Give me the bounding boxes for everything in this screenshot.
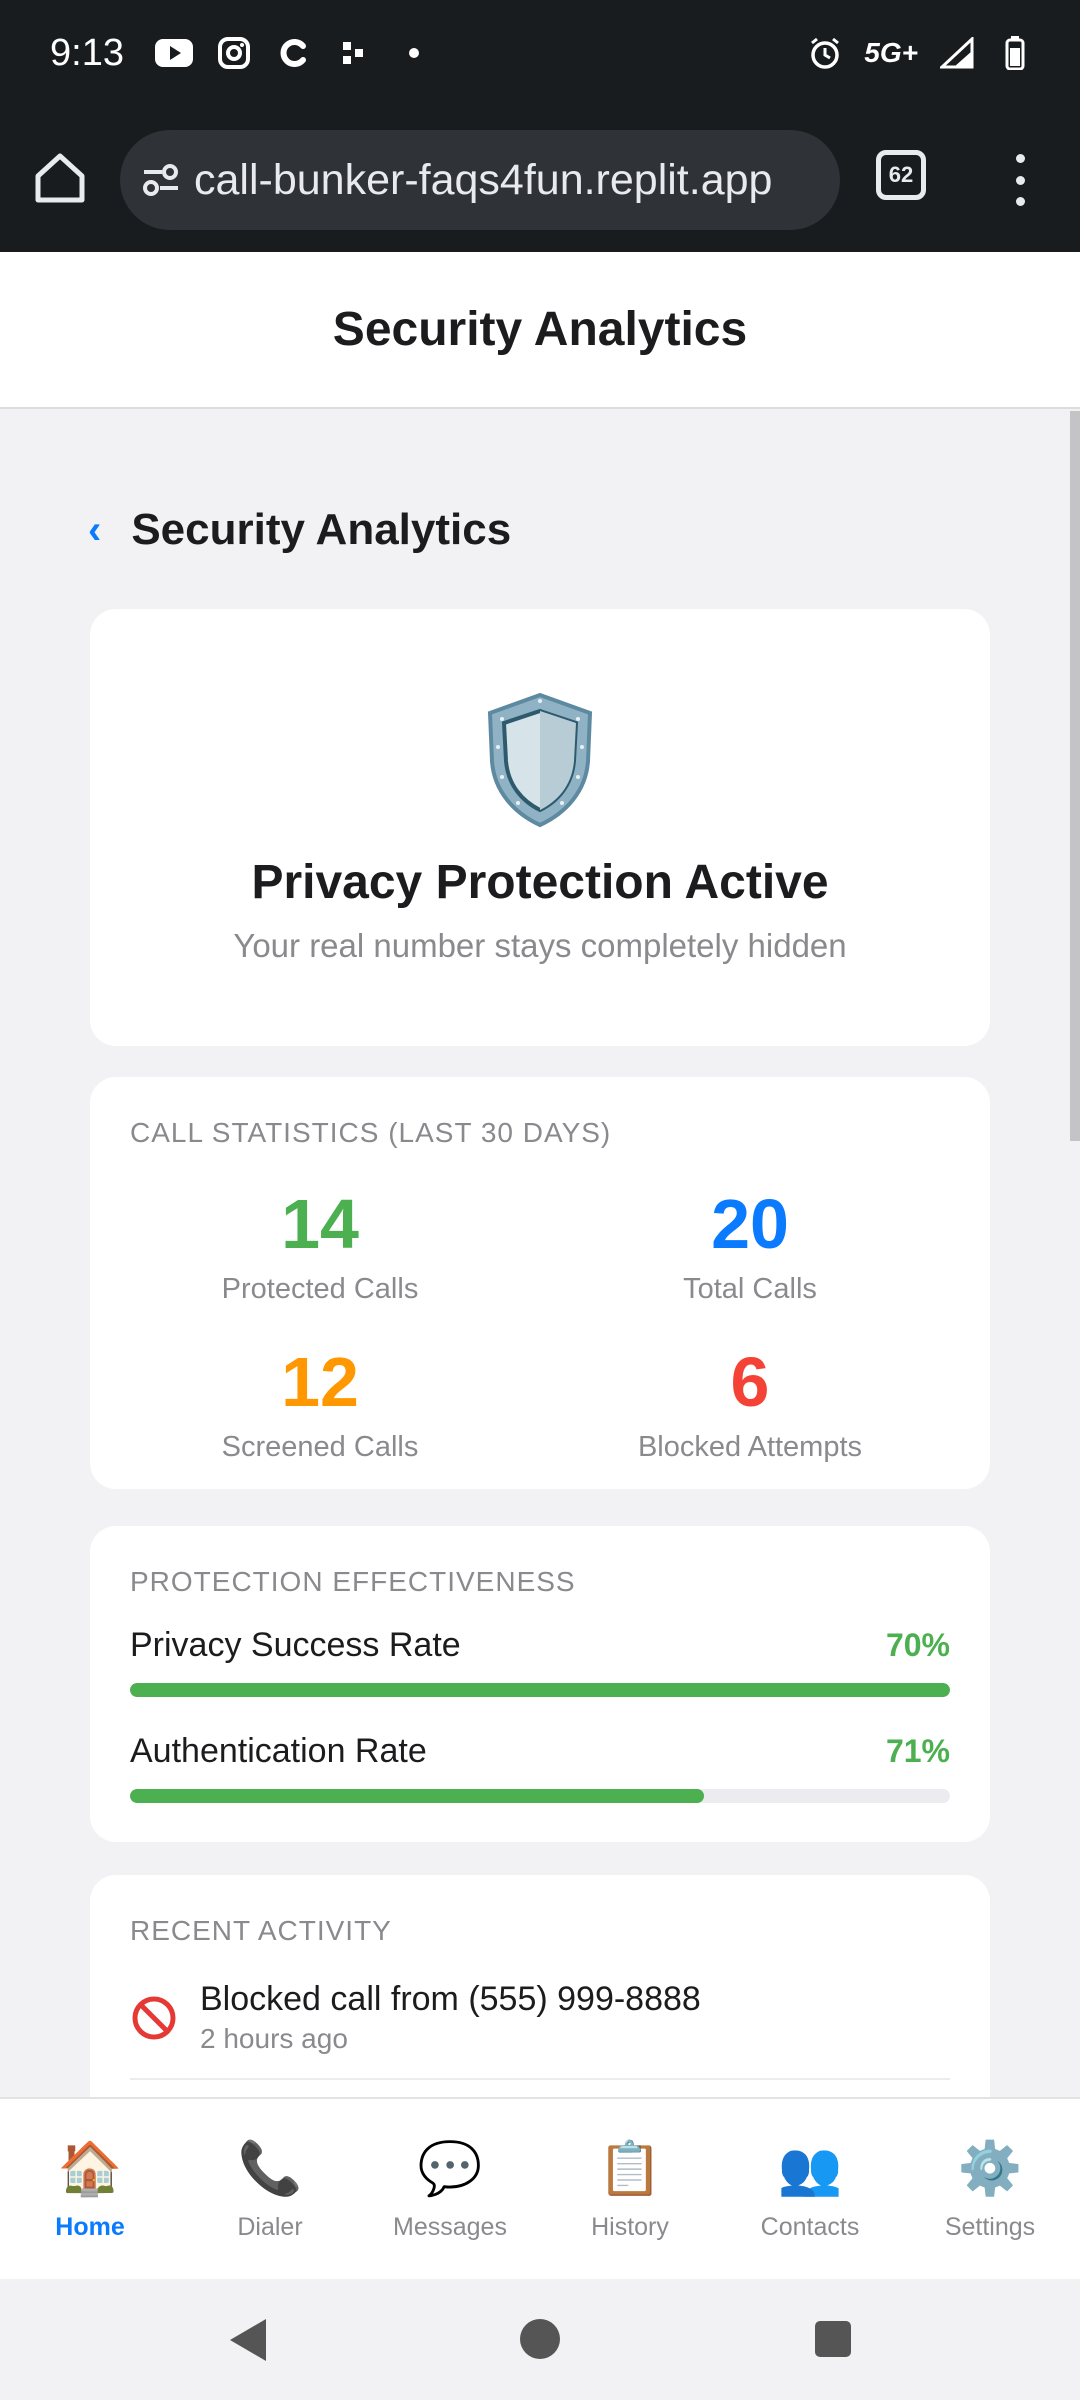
stat-label: Total Calls — [683, 1273, 817, 1305]
privacy-status-title: Privacy Protection Active — [251, 856, 829, 909]
nav-label: History — [591, 2213, 669, 2241]
privacy-success-rate-row: Privacy Success Rate 70% — [130, 1626, 950, 1665]
status-time: 9:13 — [50, 32, 124, 74]
stat-total-calls: 20 Total Calls — [570, 1189, 930, 1306]
rate-value: 70% — [885, 1627, 950, 1663]
recent-activity-card: RECENT ACTIVITY Blocked call from (555) … — [90, 1875, 990, 2097]
status-bar: 9:13 5G+ — [0, 0, 1080, 110]
people-icon: 👥 — [777, 2140, 843, 2198]
menu-dot-icon — [1015, 154, 1025, 163]
nav-label: Contacts — [760, 2213, 860, 2241]
back-chevron-icon[interactable]: ‹ — [88, 508, 101, 553]
authentication-rate-row: Authentication Rate 71% — [130, 1732, 950, 1771]
bottom-navigation: 🏠 Home 📞 Dialer 💬 Messages 📋 History 👥 C… — [0, 2097, 1080, 2279]
system-home-icon[interactable] — [520, 2319, 560, 2359]
site-settings-icon[interactable] — [136, 155, 186, 205]
activity-time: 2 hours ago — [200, 2023, 348, 2054]
instagram-icon — [215, 34, 253, 72]
system-back-icon[interactable] — [226, 2317, 270, 2363]
app-header: Security Analytics — [0, 252, 1080, 409]
stat-value: 6 — [730, 1343, 770, 1421]
browser-toolbar: call-bunker-faqs4fun.replit.app 62 — [0, 110, 1080, 252]
main-content[interactable]: ‹ Security Analytics Privacy Protection … — [0, 409, 1080, 2097]
rate-label: Privacy Success Rate — [130, 1626, 461, 1664]
menu-dot-icon — [1015, 197, 1025, 206]
call-statistics-label: CALL STATISTICS (LAST 30 DAYS) — [130, 1117, 612, 1148]
stat-blocked-attempts: 6 Blocked Attempts — [570, 1347, 930, 1464]
nav-label: Settings — [944, 2213, 1036, 2241]
nav-label: Messages — [393, 2213, 507, 2241]
rate-label: Authentication Rate — [130, 1732, 427, 1770]
address-bar[interactable]: call-bunker-faqs4fun.replit.app — [120, 130, 840, 230]
stat-label: Protected Calls — [221, 1273, 419, 1305]
gear-icon: ⚙️ — [957, 2140, 1023, 2198]
header-title: Security Analytics — [332, 303, 748, 356]
home-icon — [35, 153, 85, 203]
system-navigation-bar — [0, 2279, 1080, 2400]
activity-text: Blocked call from (555) 999-8888 — [200, 1980, 701, 2018]
nav-dialer[interactable]: 📞 Dialer — [180, 2099, 360, 2279]
page-title: Security Analytics — [131, 505, 512, 554]
rate-value: 71% — [885, 1733, 950, 1769]
scrollbar[interactable] — [1070, 411, 1080, 1141]
nav-label: Home — [55, 2213, 125, 2241]
stat-label: Blocked Attempts — [637, 1431, 863, 1463]
stat-label: Screened Calls — [221, 1431, 419, 1463]
progress-fill — [130, 1683, 950, 1697]
protection-effectiveness-card: PROTECTION EFFECTIVENESS Privacy Success… — [90, 1526, 990, 1842]
c-app-icon — [275, 34, 313, 72]
nav-messages[interactable]: 💬 Messages — [360, 2099, 540, 2279]
stat-value: 14 — [281, 1185, 359, 1263]
signal-icon — [938, 34, 976, 72]
stat-protected-calls: 14 Protected Calls — [140, 1189, 500, 1306]
notification-icons — [155, 34, 433, 72]
phone-icon: 📞 — [237, 2140, 303, 2198]
activity-item[interactable]: Blocked call from (555) 999-8888 2 hours… — [130, 1980, 950, 2080]
stat-screened-calls: 12 Screened Calls — [140, 1347, 500, 1464]
page-title-row: ‹ Security Analytics — [88, 505, 511, 555]
browser-home-button[interactable] — [30, 148, 90, 208]
stat-value: 20 — [711, 1185, 789, 1263]
nav-home[interactable]: 🏠 Home — [0, 2099, 180, 2279]
house-icon: 🏠 — [57, 2140, 123, 2198]
protection-effectiveness-label: PROTECTION EFFECTIVENESS — [130, 1566, 576, 1597]
authentication-progress-bar — [130, 1789, 950, 1803]
network-type: 5G+ — [864, 37, 918, 68]
progress-fill — [130, 1789, 704, 1803]
battery-icon — [996, 34, 1034, 72]
url-text: call-bunker-faqs4fun.replit.app — [194, 155, 773, 204]
nav-history[interactable]: 📋 History — [540, 2099, 720, 2279]
call-statistics-card: CALL STATISTICS (LAST 30 DAYS) 14 Protec… — [90, 1077, 990, 1489]
youtube-icon — [155, 34, 193, 72]
stat-value: 12 — [281, 1343, 359, 1421]
browser-menu-button[interactable] — [1000, 150, 1040, 210]
nav-settings[interactable]: ⚙️ Settings — [900, 2099, 1080, 2279]
privacy-status-subtitle: Your real number stays completely hidden — [233, 927, 847, 964]
dots-app-icon — [335, 34, 373, 72]
notification-dot-icon — [395, 34, 433, 72]
blocked-icon — [132, 1996, 176, 2040]
nav-contacts[interactable]: 👥 Contacts — [720, 2099, 900, 2279]
system-recents-icon[interactable] — [815, 2321, 851, 2357]
speech-bubble-icon: 💬 — [417, 2140, 483, 2198]
privacy-status-card: Privacy Protection Active Your real numb… — [90, 609, 990, 1046]
shield-icon — [487, 692, 593, 828]
system-icons: 5G+ — [806, 34, 1034, 72]
nav-label: Dialer — [237, 2213, 303, 2241]
clipboard-icon: 📋 — [597, 2140, 663, 2198]
alarm-icon — [806, 34, 844, 72]
privacy-success-progress-bar — [130, 1683, 950, 1697]
menu-dot-icon — [1015, 175, 1025, 185]
recent-activity-label: RECENT ACTIVITY — [130, 1915, 392, 1946]
tab-switcher-button[interactable]: 62 — [876, 150, 926, 200]
